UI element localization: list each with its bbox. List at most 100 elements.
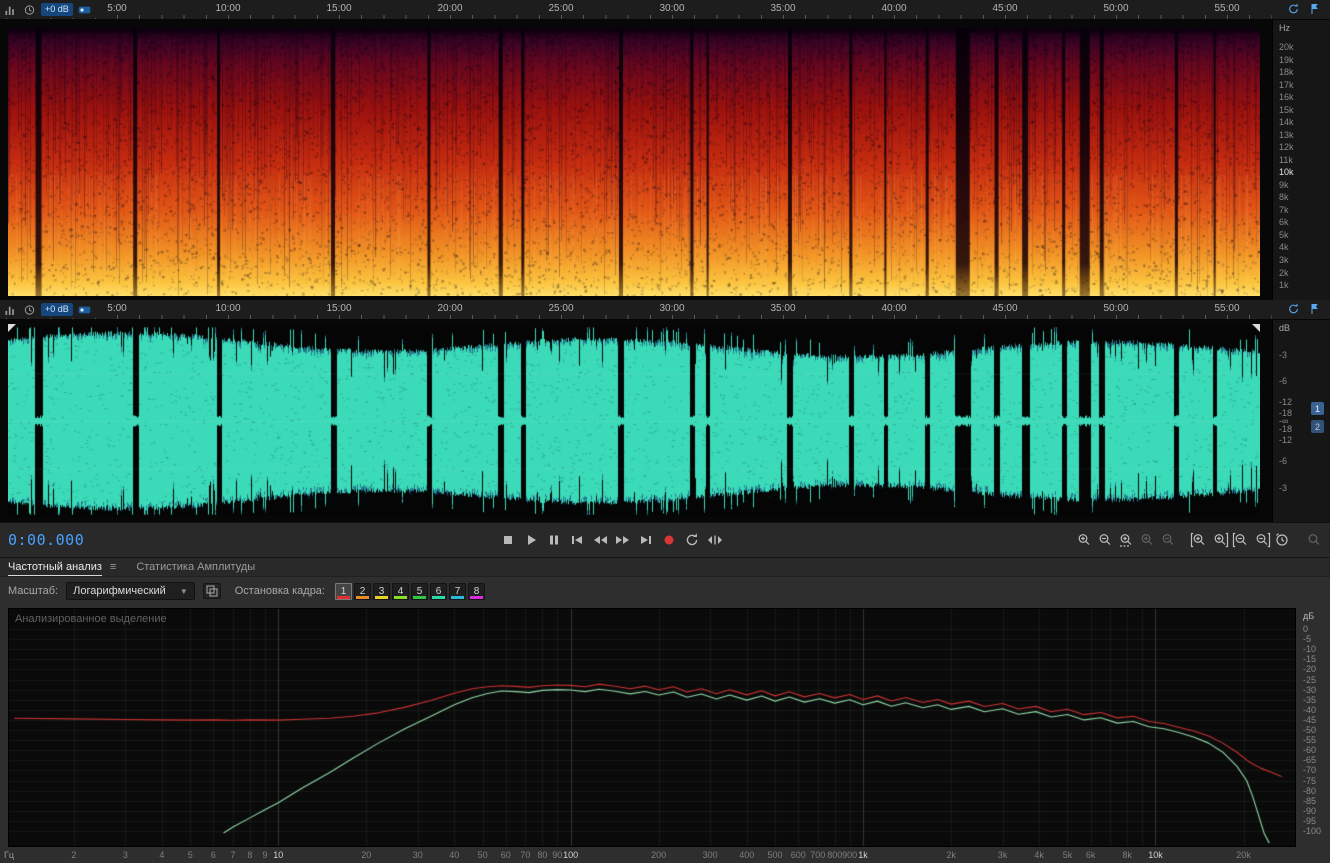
clock-icon[interactable] [22, 302, 37, 317]
loop-playback-button[interactable] [681, 529, 702, 551]
fast-forward-button[interactable] [612, 529, 633, 551]
hold-frame-button-8[interactable]: 8 [467, 582, 485, 600]
x-axis-tick-label: 800 [827, 850, 843, 860]
spectrogram-timeline-ruler[interactable]: 5:00 10:00 15:00 20:00 25:00 30:00 35:00 40:00 4… [0, 0, 1330, 20]
stop-icon [503, 536, 512, 544]
timeline-label: 10:00 [215, 3, 241, 14]
scrub-button[interactable] [704, 529, 725, 551]
timeline-label: 35:00 [770, 3, 796, 14]
hold-frame-color-swatch [355, 595, 369, 599]
hold-frame-button-2[interactable]: 2 [353, 582, 371, 600]
y-axis-tick-label: -60 [1303, 745, 1317, 756]
timeline-label: 55:00 [1214, 303, 1240, 314]
zoom-amplitude-in-button[interactable] [1137, 529, 1157, 551]
frequency-tick-label: 5k [1279, 229, 1289, 240]
waveform-canvas[interactable] [8, 326, 1260, 516]
spectrogram-canvas[interactable] [8, 28, 1260, 296]
zoom-in-button[interactable] [1074, 529, 1094, 551]
gain-badge[interactable]: +0 dB [41, 303, 73, 316]
hold-frame-button-5[interactable]: 5 [410, 582, 428, 600]
channel-badge-1[interactable]: 1 [1311, 402, 1324, 415]
zoom-in-at-out-point-button[interactable] [1210, 529, 1230, 551]
zoom-out-button[interactable] [1095, 529, 1115, 551]
rewind-button[interactable] [589, 529, 610, 551]
frequency-graph-canvas[interactable] [9, 609, 1295, 846]
clock-icon[interactable] [22, 2, 37, 17]
timeline-label: 40:00 [881, 303, 907, 314]
hold-frame-button-6[interactable]: 6 [429, 582, 447, 600]
play-button[interactable] [520, 529, 541, 551]
zoom-amplitude-out-button[interactable] [1158, 529, 1178, 551]
zoom-out-at-out-point-button[interactable] [1252, 529, 1272, 551]
marker-icon[interactable] [1307, 1, 1322, 16]
record-button[interactable] [658, 529, 679, 551]
hold-frame-color-swatch [412, 595, 426, 599]
frequency-graph[interactable]: Анализированное выделение [8, 608, 1296, 847]
sync-icon[interactable] [1286, 301, 1301, 316]
analysis-tabbar: Частотный анализ ≡ Статистика Амплитуды [0, 558, 1330, 577]
x-axis-tick-label: 600 [790, 850, 806, 860]
waveform-display[interactable] [0, 320, 1272, 522]
stop-button[interactable] [497, 529, 518, 551]
toggle-icon [78, 6, 91, 13]
hold-frame-button-4[interactable]: 4 [391, 582, 409, 600]
meter-icon[interactable] [3, 2, 18, 17]
skip-to-start-button[interactable] [566, 529, 587, 551]
selection-start-handle[interactable] [8, 324, 16, 332]
zoom-out-at-in-point-button[interactable] [1231, 529, 1251, 551]
copy-data-button[interactable] [202, 583, 221, 599]
timeline-label: 25:00 [548, 303, 574, 314]
hold-frame-color-swatch [450, 595, 464, 599]
y-axis-tick-label: -85 [1303, 795, 1317, 806]
gain-badge[interactable]: +0 dB [41, 3, 73, 16]
zoom-reset-button[interactable] [1304, 529, 1324, 551]
restore-zoom-button[interactable] [1273, 529, 1293, 551]
frequency-tick-label: 15k [1279, 104, 1294, 115]
zoom-in-at-in-point-button[interactable] [1189, 529, 1209, 551]
timeline-tickmarks [6, 15, 1272, 19]
hold-frame-color-swatch [469, 595, 483, 599]
x-axis-tick-label: 50 [477, 850, 488, 860]
time-display[interactable]: 0:00.000 [8, 531, 84, 549]
transport-bar: 0:00.000 [0, 522, 1330, 558]
waveform-timeline-ruler[interactable]: 5:00 10:00 15:00 20:00 25:00 30:00 35:00 40:00 4… [0, 300, 1330, 320]
x-axis-tick-label: 400 [739, 850, 755, 860]
pause-button[interactable] [543, 529, 564, 551]
x-axis-tick-label: 300 [702, 850, 718, 860]
scale-dropdown[interactable]: Логарифмический ▼ [66, 582, 195, 600]
sync-icon[interactable] [1286, 1, 1301, 16]
zoom-to-selection-button[interactable] [1116, 529, 1136, 551]
channel-badge-2[interactable]: 2 [1311, 420, 1324, 433]
pause-icon [549, 535, 558, 545]
hold-frame-button-3[interactable]: 3 [372, 582, 390, 600]
amplitude-scale[interactable]: dB -3 -6 -12 -18 -∞ -18 -12 -6 -3 12 [1272, 320, 1330, 522]
scrub-icon [707, 535, 722, 545]
toggle-icon[interactable] [77, 302, 92, 317]
mag-selection-icon [1120, 534, 1132, 547]
x-axis-tick-label: 500 [767, 850, 783, 860]
toggle-icon[interactable] [77, 2, 92, 17]
tab-amplitude-statistics[interactable]: Статистика Амплитуды [136, 558, 255, 576]
frequency-tick-label: 1k [1279, 280, 1289, 291]
y-axis-tick-label: -45 [1303, 714, 1317, 725]
copy-icon [206, 585, 218, 597]
timeline-label: 5:00 [107, 303, 127, 314]
skip-to-end-button[interactable] [635, 529, 656, 551]
x-axis-tick-label: 2k [946, 850, 956, 860]
timeline-label: 40:00 [881, 3, 907, 14]
hold-frame-button-1[interactable]: 1 [334, 582, 352, 600]
tab-frequency-analysis[interactable]: Частотный анализ ≡ [8, 558, 116, 576]
spectrogram-display[interactable] [0, 20, 1272, 300]
x-axis-tick-label: 80 [537, 850, 548, 860]
selection-end-handle[interactable] [1252, 324, 1260, 332]
meter-icon[interactable] [3, 302, 18, 317]
hold-frame-button-7[interactable]: 7 [448, 582, 466, 600]
panel-menu-icon[interactable]: ≡ [110, 561, 116, 573]
marker-icon[interactable] [1307, 301, 1322, 316]
frequency-tick-label: 9k [1279, 179, 1289, 190]
x-axis-tick-label: 700 [810, 850, 826, 860]
timeline-label: 25:00 [548, 3, 574, 14]
y-axis-tick-label: -70 [1303, 765, 1317, 776]
marker-icon [1311, 303, 1318, 314]
frequency-scale[interactable]: Hz 20k 19k 18k 17k 16k 15k 14k 13k 12k 11k 10k 9k 8k… [1272, 20, 1330, 300]
